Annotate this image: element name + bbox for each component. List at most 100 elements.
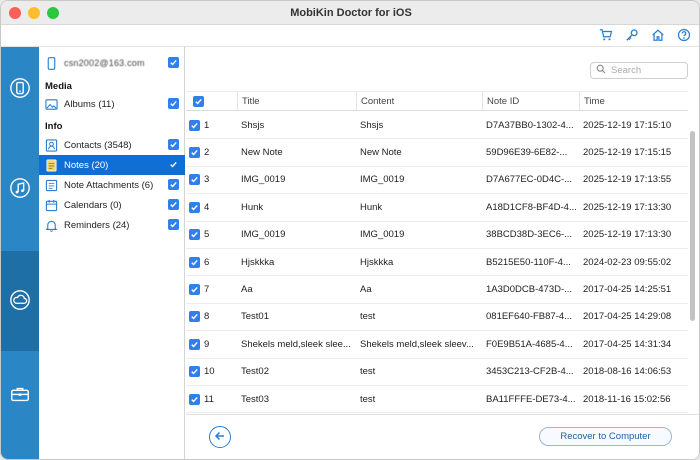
cell-time: 2025-12-19 17:13:30 — [583, 229, 672, 241]
zoom-window-button[interactable] — [47, 7, 59, 19]
table-row[interactable]: 8 Test01 test 081EF640-FB87-4... 2017-04-25 … — [186, 304, 688, 332]
row-checkbox[interactable] — [189, 311, 200, 323]
minimize-window-button[interactable] — [28, 7, 40, 19]
table-row[interactable]: 10 Test02 test 3453C213-CF2B-4... 2018-08-16… — [186, 359, 688, 386]
category-checkbox[interactable] — [168, 219, 179, 230]
notes-icon — [45, 159, 58, 172]
table-row[interactable]: 9 Shekels meld,sleek slee... Shekels meld,… — [186, 331, 688, 359]
row-number: 2 — [204, 147, 210, 159]
close-window-button[interactable] — [9, 7, 21, 19]
table-row[interactable]: 5 IMG_0019 IMG_0019 38BCD38D-3EC6-... 2025-1… — [186, 222, 688, 249]
category-contacts[interactable]: Contacts (3548) — [39, 135, 185, 155]
row-checkbox[interactable] — [189, 229, 200, 241]
cell-note-id: 3453C213-CF2B-4... — [486, 366, 574, 378]
column-header-time[interactable]: Time — [579, 92, 688, 110]
table-row[interactable]: 7 Aa Aa 1A3D0DCB-473D-... 2017-04-25 14:25:5… — [186, 276, 688, 304]
itunes-backup-tab[interactable] — [1, 159, 39, 219]
search-input[interactable]: Search — [590, 62, 688, 79]
cell-note-id: 1A3D0DCB-473D-... — [486, 284, 573, 296]
row-number: 8 — [204, 311, 210, 323]
toolkit-tab[interactable] — [1, 365, 39, 425]
cell-title: Test03 — [241, 393, 269, 405]
cart-icon[interactable] — [599, 28, 613, 42]
table-row[interactable]: 4 Hunk Hunk A18D1CF8-BF4D-4... 2025-12-19 17… — [186, 194, 688, 222]
cell-content: Shekels meld,sleek sleev... — [360, 338, 474, 350]
category-label: Reminders (24) — [64, 219, 130, 231]
account-checkbox[interactable] — [168, 57, 179, 68]
category-label: Note Attachments (6) — [64, 179, 154, 191]
cell-note-id: B5215E50-110F-4... — [486, 256, 571, 268]
category-reminders[interactable]: Reminders (24) — [39, 215, 185, 235]
cell-time: 2017-04-25 14:29:08 — [583, 311, 672, 323]
row-checkbox[interactable] — [189, 284, 200, 296]
table-row[interactable]: 2 New Note New Note 59D96E39-6E82-... 2025-1… — [186, 139, 688, 167]
row-checkbox[interactable] — [189, 174, 200, 186]
category-albums[interactable]: Albums (11) — [39, 94, 185, 114]
cell-content: Aa — [360, 284, 372, 296]
category-calendars[interactable]: Calendars (0) — [39, 195, 185, 215]
row-checkbox[interactable] — [189, 338, 200, 350]
icloud-tab[interactable] — [1, 251, 39, 351]
category-checkbox[interactable] — [168, 139, 179, 150]
category-checkbox[interactable] — [168, 98, 179, 109]
home-icon[interactable] — [651, 28, 665, 42]
contacts-icon — [45, 138, 58, 152]
row-checkbox[interactable] — [189, 201, 200, 213]
row-select-cell: 4 — [189, 194, 237, 220]
row-checkbox[interactable] — [189, 119, 200, 131]
row-select-cell: 5 — [189, 222, 237, 248]
cell-content: New Note — [360, 147, 402, 159]
recover-to-computer-button[interactable]: Recover to Computer — [539, 427, 672, 446]
cell-content: Hjskkka — [360, 256, 394, 268]
column-header-title[interactable]: Title — [237, 92, 356, 110]
category-notes[interactable]: Notes (20) — [39, 155, 185, 175]
category-panel: csn2002@163.com Media Albums (11) Info C… — [39, 47, 185, 459]
cell-content: test — [360, 311, 376, 323]
search-placeholder: Search — [611, 65, 642, 76]
row-checkbox[interactable] — [189, 256, 200, 268]
itunes-backup-icon — [9, 177, 31, 202]
cell-note-id: A18D1CF8-BF4D-4... — [486, 201, 577, 213]
row-checkbox[interactable] — [189, 366, 200, 378]
scrollbar-thumb[interactable] — [690, 131, 695, 321]
select-all-checkbox[interactable] — [193, 95, 204, 107]
table-row[interactable]: 3 IMG_0019 IMG_0019 D7A677EC-0D4C-... 2025-1… — [186, 167, 688, 195]
cell-title: New Note — [241, 147, 283, 159]
row-select-cell: 8 — [189, 304, 237, 330]
row-number: 11 — [204, 393, 214, 405]
attachment-icon — [45, 179, 58, 192]
cell-time: 2018-11-16 15:02:56 — [583, 393, 671, 405]
category-checkbox[interactable] — [168, 159, 179, 170]
column-header-note-id[interactable]: Note ID — [482, 92, 579, 110]
row-select-cell: 6 — [189, 249, 237, 275]
cell-time: 2025-12-19 17:13:55 — [583, 174, 672, 186]
row-select-cell: 2 — [189, 139, 237, 165]
top-toolbar — [1, 25, 699, 47]
table-row[interactable]: 1 Shsjs Shsjs D7A37BB0-1302-4... 2025-12-19 … — [186, 112, 688, 140]
cell-content: test — [360, 393, 376, 405]
calendar-icon — [45, 199, 58, 212]
back-button[interactable] — [209, 426, 231, 448]
category-checkbox[interactable] — [168, 179, 179, 190]
row-select-cell: 7 — [189, 276, 237, 302]
category-note-attachments[interactable]: Note Attachments (6) — [39, 175, 185, 195]
category-checkbox[interactable] — [168, 199, 179, 210]
row-number: 10 — [204, 366, 215, 378]
app-window: MobiKin Doctor for iOS csn2002@163.com M… — [0, 0, 700, 460]
table-scrollbar[interactable] — [689, 111, 697, 411]
cell-title: Aa — [241, 284, 253, 296]
photo-icon — [45, 98, 58, 111]
row-number: 9 — [204, 338, 210, 350]
table-row[interactable]: 6 Hjskkka Hjskkka B5215E50-110F-4... 2024-02… — [186, 249, 688, 277]
toolkit-icon — [9, 383, 31, 408]
column-header-content[interactable]: Content — [356, 92, 482, 110]
help-icon[interactable] — [677, 28, 691, 42]
key-icon[interactable] — [625, 28, 639, 42]
table-row[interactable]: 11 Test03 test BA11FFFE-DE73-4... 2018-11-16… — [186, 386, 688, 414]
row-number: 5 — [204, 229, 210, 241]
account-row[interactable]: csn2002@163.com — [39, 53, 185, 73]
device-recover-tab[interactable] — [1, 59, 39, 119]
cell-note-id: 59D96E39-6E82-... — [486, 147, 568, 159]
row-checkbox[interactable] — [189, 147, 200, 159]
row-checkbox[interactable] — [189, 393, 200, 405]
